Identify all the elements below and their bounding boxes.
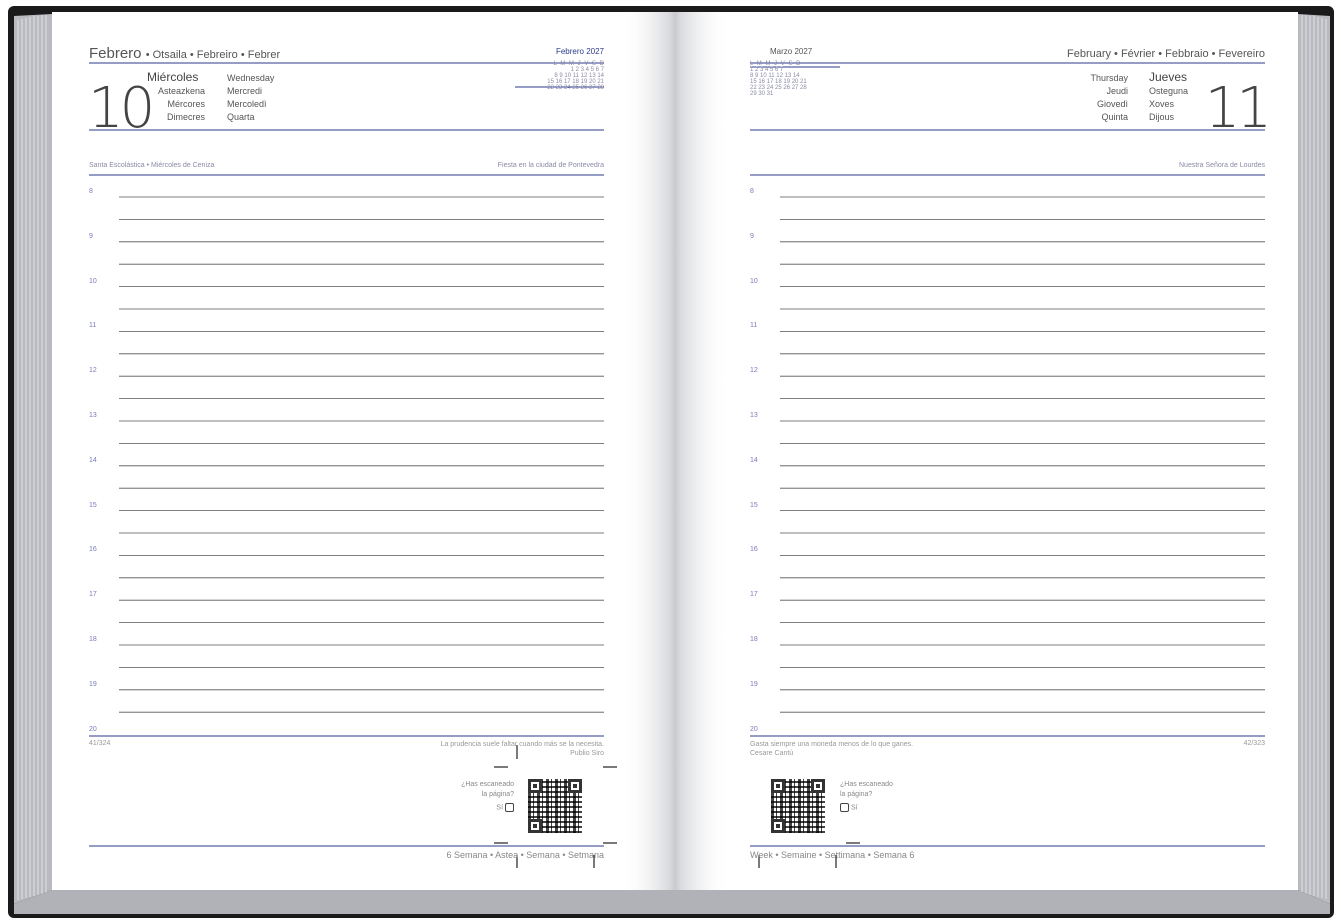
left-mini-calendar: Febrero 2027 L M M J V S D 1 2 3 4 5 6 7… bbox=[512, 47, 604, 91]
right-mini-calendar: Marzo 2027 L M M J V S D 1 2 3 4 5 6 7 8… bbox=[750, 47, 842, 97]
hour-label: 17 bbox=[89, 591, 97, 599]
lang-line: Asteazkena bbox=[157, 86, 205, 96]
left-page-count: 41/324 bbox=[89, 740, 111, 747]
hour-label: 15 bbox=[89, 501, 97, 509]
mini-cal-title: Marzo 2027 bbox=[770, 47, 813, 56]
right-qr-code bbox=[771, 779, 825, 833]
hour-label: 11 bbox=[89, 322, 97, 330]
mini-cal-row: 22 23 24 25 26 27 28 bbox=[547, 85, 604, 91]
scan-question: ¿Has escaneado bbox=[461, 781, 514, 788]
scan-yes-label: Sí bbox=[850, 804, 858, 812]
left-qr-code bbox=[528, 779, 582, 833]
book-frame bbox=[0, 0, 1341, 922]
hour-label: 19 bbox=[750, 680, 758, 688]
hour-label: 19 bbox=[89, 680, 97, 688]
scan-checkbox[interactable] bbox=[505, 803, 514, 812]
lang-line: Dimecres bbox=[166, 112, 205, 122]
hour-label: 8 bbox=[89, 188, 93, 195]
hour-label: 15 bbox=[750, 501, 758, 509]
hour-label: 14 bbox=[750, 456, 758, 464]
right-scan-prompt: ¿Has escaneado la página? Sí bbox=[840, 780, 920, 813]
left-feast-city: Fiesta en la ciudad de Pontevedra bbox=[497, 162, 604, 169]
quote-text: La prudencia suele faltar cuando más se … bbox=[440, 741, 604, 748]
right-day-translations-a: Thursday Jeudi Giovedì Quinta bbox=[1060, 72, 1128, 124]
hour-label: 8 bbox=[750, 188, 754, 195]
right-quote: Gasta siempre una moneda menos de lo que… bbox=[750, 740, 1010, 758]
hour-label: 20 bbox=[750, 725, 758, 733]
scan-question: ¿Has escaneado bbox=[840, 781, 893, 788]
left-scan-prompt: ¿Has escaneado la página? Sí bbox=[440, 780, 514, 813]
right-month-header: February • Février • Febbraio • Fevereir… bbox=[1066, 48, 1265, 60]
hour-label: 12 bbox=[750, 367, 758, 375]
lang-line: Jeudi bbox=[1106, 86, 1128, 96]
lang-line: Mercoledì bbox=[227, 99, 267, 109]
mini-cal-row: 29 30 31 bbox=[750, 91, 774, 97]
right-page-count: 42/323 bbox=[1243, 740, 1265, 747]
left-month-header: Febrero • Otsaila • Febreiro • Febrer bbox=[89, 45, 280, 62]
right-day-translations-b: Osteguna Xoves Dijous bbox=[1149, 85, 1188, 124]
hour-label: 18 bbox=[750, 636, 758, 643]
right-feast: Nuestra Señora de Lourdes bbox=[1179, 162, 1265, 169]
hour-label: 9 bbox=[89, 232, 93, 240]
scan-checkbox[interactable] bbox=[840, 803, 849, 812]
lang-line: Mercredi bbox=[227, 86, 263, 96]
lang-line: Wednesday bbox=[227, 73, 275, 83]
lang-line: Giovedì bbox=[1096, 99, 1128, 109]
hour-label: 11 bbox=[750, 322, 758, 330]
left-day-translations-b: Wednesday Mercredi Mercoledì Quarta bbox=[227, 72, 274, 124]
lang-line: Dijous bbox=[1149, 112, 1175, 122]
hour-label: 13 bbox=[89, 412, 97, 419]
scan-yes-label: Sí bbox=[496, 804, 504, 812]
left-week-label: 6 Semana • Astea • Semana • Setmana bbox=[446, 850, 604, 860]
left-day-name: Miércoles bbox=[147, 70, 199, 84]
gutter-shadow bbox=[620, 12, 730, 890]
quote-author: Publio Siro bbox=[570, 750, 604, 757]
hour-label: 10 bbox=[89, 277, 97, 285]
right-week-label: Week • Semaine • Settimana • Semana 6 bbox=[750, 850, 915, 860]
lang-line: Quinta bbox=[1101, 112, 1128, 122]
lang-line: Thursday bbox=[1090, 73, 1128, 83]
quote-text: Gasta siempre una moneda menos de lo que… bbox=[750, 741, 914, 748]
left-feast: Santa Escolástica • Miércoles de Ceniza bbox=[89, 162, 215, 169]
hour-label: 9 bbox=[750, 232, 754, 240]
scan-question: la página? bbox=[840, 791, 873, 798]
lang-line: Osteguna bbox=[1149, 86, 1189, 96]
hour-label: 18 bbox=[89, 636, 97, 643]
quote-author: Cesare Cantú bbox=[750, 750, 794, 757]
page-stack-bottom bbox=[14, 890, 1330, 914]
left-quote: La prudencia suele faltar cuando más se … bbox=[380, 740, 604, 758]
left-page bbox=[52, 12, 675, 890]
hour-label: 14 bbox=[89, 456, 97, 464]
lang-line: Mércores bbox=[167, 99, 205, 109]
hour-label: 10 bbox=[750, 277, 758, 285]
hour-label: 16 bbox=[89, 546, 97, 554]
hour-label: 12 bbox=[89, 367, 97, 375]
right-day-name: Jueves bbox=[1149, 70, 1188, 84]
scan-question: la página? bbox=[481, 791, 514, 798]
month-translations: • Otsaila • Febreiro • Febrer bbox=[145, 49, 281, 61]
hour-label: 16 bbox=[750, 546, 758, 554]
mini-cal-title: Febrero 2027 bbox=[555, 47, 604, 56]
hour-label: 13 bbox=[750, 412, 758, 419]
left-day-translations-a: Asteazkena Mércores Dimecres bbox=[142, 85, 205, 124]
right-day-number: 11 bbox=[1204, 76, 1272, 141]
hour-label: 17 bbox=[750, 591, 758, 599]
hour-label: 20 bbox=[89, 725, 97, 733]
lang-line: Quarta bbox=[227, 112, 255, 122]
month-name: Febrero bbox=[89, 45, 142, 62]
right-page bbox=[675, 12, 1298, 890]
lang-line: Xoves bbox=[1149, 99, 1175, 109]
